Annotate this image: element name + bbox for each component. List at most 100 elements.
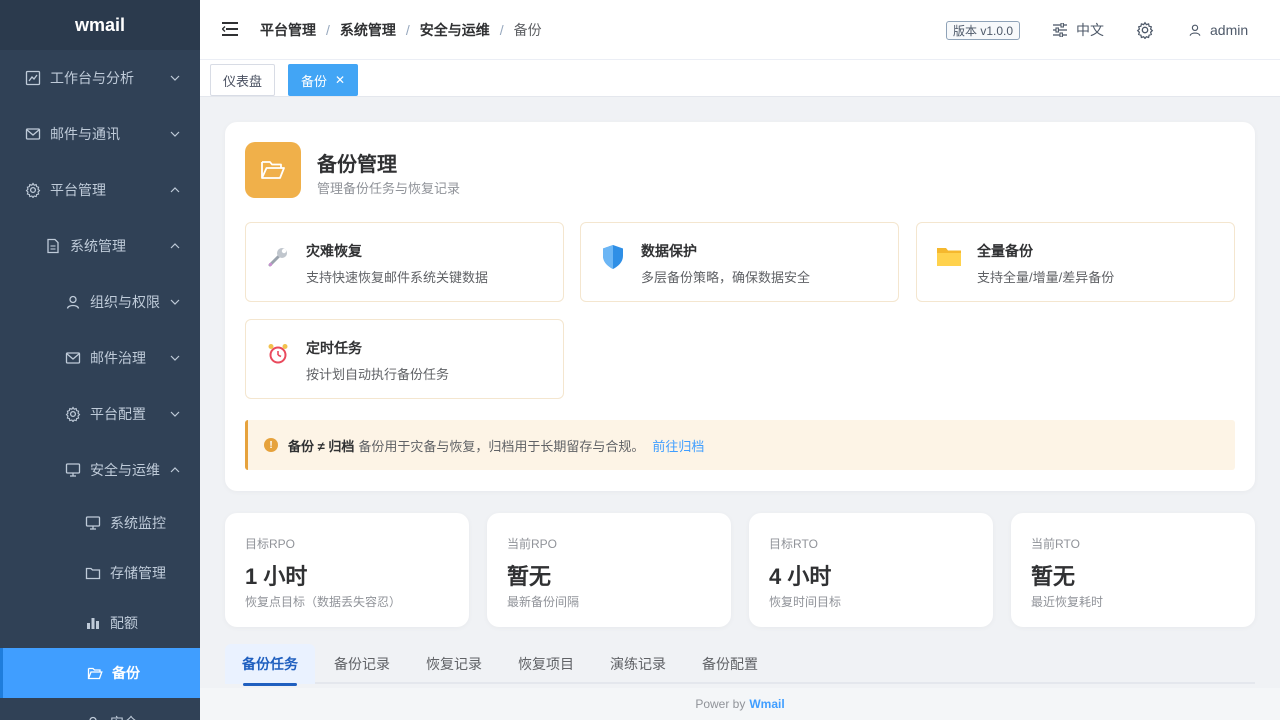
settings-gear-icon[interactable] (1136, 21, 1154, 44)
language-switcher[interactable]: 中文 (1052, 0, 1104, 60)
top-header: 平台管理 / 系统管理 / 安全与运维 / 备份 版本 v1.0.0 中文 ad… (200, 0, 1280, 60)
footer-brand[interactable]: Wmail (749, 697, 784, 711)
stat-card-target-rto: 目标RTO 4 小时 恢复时间目标 (749, 513, 993, 627)
document-icon (44, 237, 62, 255)
feature-desc: 按计划自动执行备份任务 (306, 367, 450, 382)
tab-label: 备份记录 (334, 656, 390, 672)
sidebar-item-label: 安全 (110, 713, 138, 720)
stat-card-target-rpo: 目标RPO 1 小时 恢复点目标（数据丢失容忍） (225, 513, 469, 627)
feature-title: 定时任务 (306, 340, 362, 356)
sidebar-item-mail[interactable]: 邮件与通讯 (0, 106, 200, 162)
breadcrumb-item[interactable]: 系统管理 (340, 20, 396, 40)
wrench-icon (264, 243, 292, 271)
sidebar-item-org[interactable]: 组织与权限 (0, 274, 200, 330)
tab-label: 演练记录 (610, 656, 666, 672)
breadcrumb-separator: / (499, 22, 504, 38)
sidebar-item-label: 系统监控 (110, 515, 166, 531)
chevron-down-icon (170, 73, 180, 83)
sidebar-item-label: 邮件与通讯 (50, 126, 120, 142)
monitor-icon (84, 514, 102, 532)
stat-label: 目标RTO (769, 537, 818, 551)
sidebar-item-storage[interactable]: 存储管理 (0, 548, 200, 598)
sidebar-item-system[interactable]: 系统管理 (0, 218, 200, 274)
stat-desc: 最新备份间隔 (507, 595, 580, 609)
backup-tabs: 备份任务 备份记录 恢复记录 恢复项目 演练记录 备份配置 (225, 644, 1255, 686)
sidebar-item-label: 配额 (110, 615, 138, 631)
user-menu[interactable]: admin (1188, 0, 1248, 60)
menu-toggle-icon[interactable] (221, 22, 238, 36)
sidebar-item-governance[interactable]: 邮件治理 (0, 330, 200, 386)
tab-backup-records[interactable]: 备份记录 (320, 644, 404, 684)
user-icon (64, 293, 82, 311)
sidebar: wmail 工作台与分析 邮件与通讯 平台管理 系统管理 组织与权限 邮件治理 … (0, 0, 200, 720)
sidebar-item-platform-config[interactable]: 平台配置 (0, 386, 200, 442)
sidebar-item-security-ops[interactable]: 安全与运维 (0, 442, 200, 498)
stat-value: 1 小时 (245, 564, 308, 589)
stat-label: 当前RTO (1031, 537, 1080, 551)
tab-backup-tasks[interactable]: 备份任务 (225, 644, 315, 686)
breadcrumb: 平台管理 / 系统管理 / 安全与运维 / 备份 (260, 0, 542, 60)
tag-dashboard[interactable]: 仪表盘 (210, 64, 276, 96)
stat-desc: 恢复点目标（数据丢失容忍） (245, 595, 402, 609)
sidebar-item-backup[interactable]: 备份 (0, 648, 200, 698)
chevron-down-icon (170, 409, 180, 419)
tab-drill-records[interactable]: 演练记录 (596, 644, 680, 684)
tab-backup-config[interactable]: 备份配置 (688, 644, 772, 684)
stat-value: 暂无 (507, 564, 552, 589)
notice-title: 备份 ≠ 归档 (288, 438, 355, 454)
chevron-down-icon (170, 353, 180, 363)
sidebar-item-partial[interactable]: 安全 (0, 698, 200, 720)
backup-overview-card: 备份管理 管理备份任务与恢复记录 灾难恢复 支持快速恢复邮件系统关键数据 数据保… (225, 122, 1255, 491)
gear-icon (64, 405, 82, 423)
tab-label: 恢复项目 (518, 656, 574, 672)
chevron-up-icon (170, 465, 180, 475)
sidebar-item-label: 系统管理 (70, 238, 126, 254)
chevron-up-icon (170, 241, 180, 251)
stat-card-current-rpo: 当前RPO 暂无 最新备份间隔 (487, 513, 731, 627)
sidebar-item-label: 平台配置 (90, 406, 146, 422)
feature-card: 定时任务 按计划自动执行备份任务 (245, 319, 564, 399)
feature-title: 数据保护 (641, 243, 697, 259)
sidebar-item-workbench[interactable]: 工作台与分析 (0, 50, 200, 106)
tags-view: 仪表盘 备份 ✕ (200, 60, 1280, 97)
sidebar-item-label: 组织与权限 (90, 294, 160, 310)
feature-desc: 多层备份策略，确保数据安全 (641, 270, 811, 285)
chevron-up-icon (170, 185, 180, 195)
sidebar-item-label: 邮件治理 (90, 350, 146, 366)
go-to-archive-link[interactable]: 前往归档 (652, 436, 704, 455)
folder-icon (84, 564, 102, 582)
close-icon[interactable]: ✕ (335, 73, 345, 87)
mail-icon (24, 125, 42, 143)
tab-active-underline (243, 683, 297, 686)
backup-vs-archive-notice: ! 备份 ≠ 归档 备份用于灾备与恢复，归档用于长期留存与合规。 前往归档 (245, 420, 1235, 470)
tab-label: 恢复记录 (426, 656, 482, 672)
stat-desc: 恢复时间目标 (769, 595, 842, 609)
footer: Power by Wmail (200, 688, 1280, 720)
sliders-icon (1053, 23, 1067, 37)
tab-restore-items[interactable]: 恢复项目 (504, 644, 588, 684)
tab-restore-records[interactable]: 恢复记录 (412, 644, 496, 684)
feature-desc: 支持快速恢复邮件系统关键数据 (306, 270, 489, 285)
sidebar-item-monitor[interactable]: 系统监控 (0, 498, 200, 548)
stat-label: 目标RPO (245, 537, 296, 551)
sidebar-item-quota[interactable]: 配额 (0, 598, 200, 648)
folder-open-icon (245, 142, 301, 198)
language-label: 中文 (1076, 22, 1104, 38)
feature-card: 数据保护 多层备份策略，确保数据安全 (580, 222, 899, 302)
breadcrumb-item[interactable]: 平台管理 (260, 20, 316, 40)
breadcrumb-item[interactable]: 安全与运维 (420, 20, 490, 40)
breadcrumb-separator: / (405, 22, 410, 38)
tag-label: 仪表盘 (223, 73, 263, 89)
tag-backup[interactable]: 备份 ✕ (288, 64, 359, 96)
footer-prefix: Power by (695, 697, 746, 711)
stat-value: 4 小时 (769, 564, 832, 589)
feature-card: 灾难恢复 支持快速恢复邮件系统关键数据 (245, 222, 564, 302)
user-icon (1189, 24, 1201, 36)
sidebar-item-label: 存储管理 (110, 565, 166, 581)
stat-value: 暂无 (1031, 564, 1076, 589)
user-icon (84, 714, 102, 720)
breadcrumb-current: 备份 (513, 22, 542, 38)
app-logo: wmail (0, 0, 200, 50)
tag-label: 备份 (301, 73, 328, 89)
sidebar-item-platform[interactable]: 平台管理 (0, 162, 200, 218)
